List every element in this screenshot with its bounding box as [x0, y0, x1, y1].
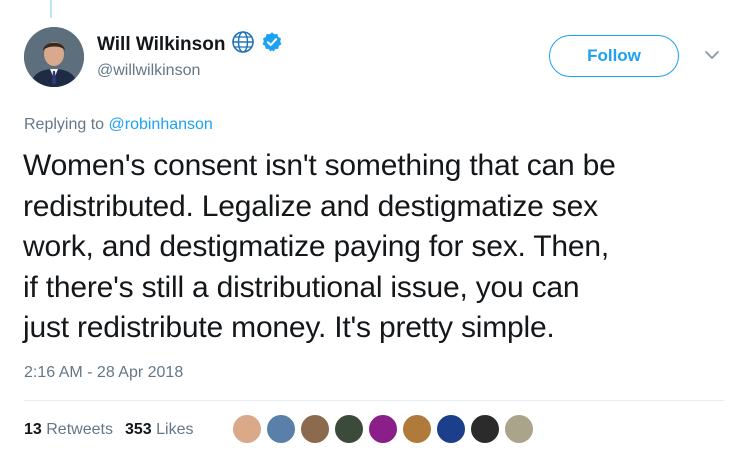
globe-icon: [231, 30, 255, 59]
tweet-line: just redistribute money. It's pretty sim…: [23, 311, 555, 344]
tweet-line: if there's still a distributional issue,…: [23, 270, 580, 304]
likes-count: 353: [124, 421, 152, 438]
tweet-line: work, and destigmatize paying for sex. T…: [23, 230, 609, 263]
liker-avatar[interactable]: [503, 413, 535, 445]
avatar-image: [24, 27, 84, 87]
liker-avatar[interactable]: [231, 413, 263, 445]
likes-label: Likes: [156, 421, 194, 438]
liker-avatar[interactable]: [367, 413, 399, 445]
liker-avatar[interactable]: [299, 413, 331, 445]
divider: [24, 400, 724, 401]
liker-avatar[interactable]: [265, 413, 297, 445]
verified-badge-icon: [261, 31, 283, 58]
tweet-line: Women's consent isn't something that can…: [23, 149, 616, 182]
follow-button[interactable]: Follow: [549, 35, 679, 77]
tweet-line: redistributed. Legalize and destigmatize…: [23, 189, 598, 223]
avatar[interactable]: [24, 27, 84, 87]
liker-avatar[interactable]: [401, 413, 433, 445]
chevron-down-icon[interactable]: [703, 48, 721, 62]
reply-mention-link[interactable]: @robinhanson: [109, 116, 213, 133]
liker-avatars: [231, 413, 535, 445]
author-handle[interactable]: @willwilkinson: [97, 62, 200, 80]
replying-to: Replying to @robinhanson: [24, 116, 213, 134]
liker-avatar[interactable]: [333, 413, 365, 445]
replying-to-label: Replying to: [24, 116, 105, 133]
tweet-text: Women's consent isn't something that can…: [23, 146, 738, 349]
likes-stat[interactable]: 353 Likes: [125, 421, 194, 439]
thread-connector-line: [50, 0, 52, 18]
retweets-count: 13: [24, 421, 42, 438]
author-name-row: Will Wilkinson: [97, 30, 283, 59]
tweet-stats: 13 Retweets 353 Likes: [24, 421, 193, 439]
liker-avatar[interactable]: [469, 413, 501, 445]
retweets-label: Retweets: [46, 421, 113, 438]
author-name[interactable]: Will Wilkinson: [97, 34, 225, 56]
tweet-timestamp[interactable]: 2:16 AM - 28 Apr 2018: [24, 364, 183, 382]
liker-avatar[interactable]: [435, 413, 467, 445]
retweets-stat[interactable]: 13 Retweets: [24, 421, 113, 439]
